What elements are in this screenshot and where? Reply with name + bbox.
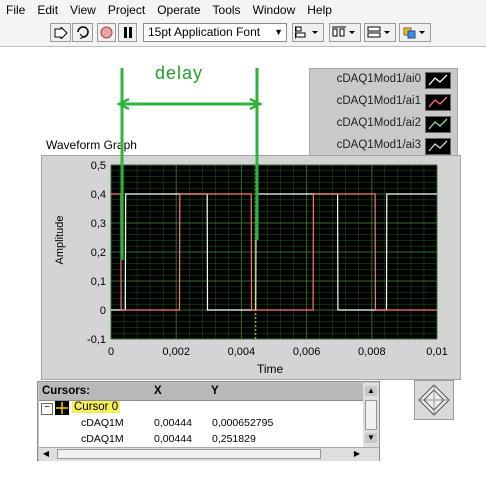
scroll-thumb[interactable] [365,400,377,430]
cursor-row-channel: cDAQ1M [81,433,124,445]
cursor-crosshair-icon [55,401,69,415]
cursors-x-header: X [151,383,208,401]
scroll-left-icon[interactable]: ◀ [40,449,52,459]
cursor-row-y: 0,251829 [212,433,256,445]
delay-label: delay [155,63,204,83]
cursor-row-x: 0,00444 [154,417,192,429]
cursor-movement-diamond-icon[interactable] [414,380,454,420]
cursor-legend[interactable]: Cursors: X Y − Cursor 0 cDAQ1M 0,00444 0… [37,381,380,461]
cursor-row-channel: cDAQ1M [81,417,124,429]
collapse-toggle-icon[interactable]: − [41,403,53,415]
scroll-up-icon[interactable]: ▲ [365,386,377,396]
scroll-right-icon[interactable]: ▶ [351,449,363,459]
cursors-y-header: Y [208,383,285,401]
scroll-thumb-horizontal[interactable] [57,449,321,459]
cursors-header: Cursors: [39,383,152,401]
cursor-row-y: 0,000652795 [212,417,274,429]
cursor-row-x: 0,00444 [154,433,192,445]
cursors-vertical-scrollbar[interactable]: ▲ ▼ [363,383,379,447]
cursors-horizontal-scrollbar[interactable]: ◀ ▶ [39,447,379,461]
cursors-body: − Cursor 0 cDAQ1M 0,00444 0,000652795 cD… [39,401,363,447]
cursor-name[interactable]: Cursor 0 [72,401,121,413]
cursors-extra-header [285,383,363,401]
scroll-down-icon[interactable]: ▼ [365,433,377,443]
